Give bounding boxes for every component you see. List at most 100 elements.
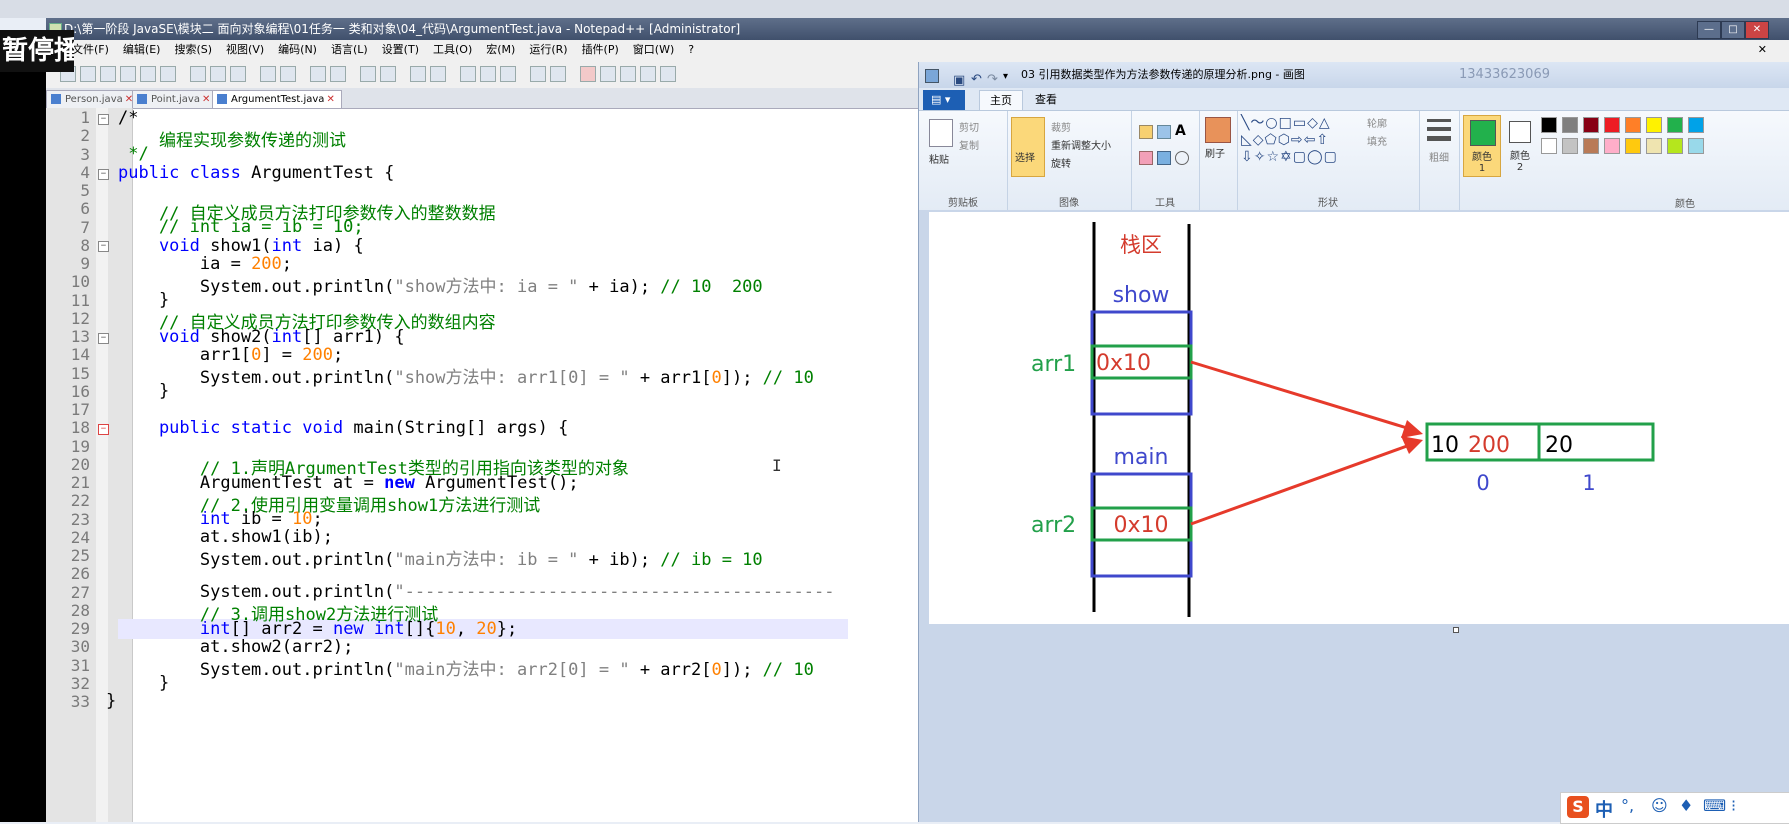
fold-marker[interactable]: − (98, 424, 109, 435)
close-icon[interactable]: ✕ (1745, 21, 1769, 39)
menu-encoding[interactable]: 编码(N) (278, 43, 317, 56)
paste-icon[interactable] (929, 119, 953, 147)
fold-marker[interactable]: − (98, 241, 109, 252)
palette-swatch[interactable] (1541, 117, 1557, 133)
menu-edit[interactable]: 编辑(E) (123, 43, 161, 56)
menu-window[interactable]: 窗口(W) (633, 43, 674, 56)
keyboard-icon[interactable]: ⌨ (1703, 796, 1726, 815)
tab-point-java[interactable]: Point.java ✕ (132, 90, 218, 108)
find-icon[interactable] (310, 66, 326, 82)
menu-macro[interactable]: 宏(M) (486, 43, 515, 56)
show-all-chars-icon[interactable] (480, 66, 496, 82)
zoom-in-icon[interactable] (360, 66, 376, 82)
tab-close-icon[interactable]: ✕ (202, 94, 210, 105)
sync-v-icon[interactable] (410, 66, 426, 82)
brush-label[interactable]: 刷子 (1205, 145, 1225, 160)
palette-swatch[interactable] (1667, 117, 1683, 133)
punctuation-icon[interactable]: °, (1621, 796, 1634, 815)
brush-icon[interactable] (1205, 117, 1231, 143)
menu-close-icon[interactable]: ✕ (1758, 40, 1767, 60)
palette-swatch[interactable] (1583, 117, 1599, 133)
emoji-icon[interactable]: ☺ (1651, 796, 1668, 815)
palette-swatch[interactable] (1562, 117, 1578, 133)
cut-label[interactable]: 剪切 (959, 119, 979, 134)
fill-label[interactable]: 填充 (1367, 133, 1387, 148)
palette-swatch[interactable] (1583, 138, 1599, 154)
tab-person-java[interactable]: Person.java ✕ (46, 90, 141, 108)
fill-icon[interactable] (1157, 125, 1171, 139)
copy-label[interactable]: 复制 (959, 137, 979, 152)
close-file-icon[interactable] (140, 66, 156, 82)
function-list-icon[interactable] (550, 66, 566, 82)
save-macro-icon[interactable] (660, 66, 676, 82)
palette-swatch[interactable] (1688, 117, 1704, 133)
wrap-icon[interactable] (460, 66, 476, 82)
quick-access-dropdown-icon[interactable]: ▾ (1003, 64, 1008, 90)
rotate-label[interactable]: 旋转 (1051, 155, 1071, 170)
replace-icon[interactable] (330, 66, 346, 82)
size-line-icon[interactable] (1427, 119, 1451, 122)
menu-settings[interactable]: 设置(T) (382, 43, 419, 56)
sync-h-icon[interactable] (430, 66, 446, 82)
tab-close-icon[interactable]: ✕ (326, 94, 334, 105)
undo-icon[interactable] (260, 66, 276, 82)
palette-swatch[interactable] (1625, 138, 1641, 154)
menu-view[interactable]: 视图(V) (226, 43, 264, 56)
fold-marker[interactable]: − (98, 333, 109, 344)
canvas-resize-handle[interactable] (1453, 627, 1459, 633)
palette-swatch[interactable] (1541, 138, 1557, 154)
print-icon[interactable] (160, 66, 176, 82)
tab-argumenttest-java[interactable]: ArgumentTest.java ✕ (212, 90, 342, 108)
palette-swatch[interactable] (1688, 138, 1704, 154)
maximize-icon[interactable]: □ (1721, 21, 1745, 39)
stop-macro-icon[interactable] (600, 66, 616, 82)
palette-swatch[interactable] (1604, 117, 1620, 133)
crop-label[interactable]: 裁剪 (1051, 119, 1071, 134)
menu-help[interactable]: ? (688, 43, 694, 56)
palette-swatch[interactable] (1646, 138, 1662, 154)
run-macro-icon[interactable] (640, 66, 656, 82)
menu-plugins[interactable]: 插件(P) (582, 43, 619, 56)
text-tool-icon[interactable]: A (1175, 123, 1186, 139)
ime-more-icon[interactable]: ⁝ (1731, 796, 1736, 815)
fold-marker[interactable]: − (98, 114, 109, 125)
tab-home[interactable]: 主页 (979, 90, 1023, 111)
outline-label[interactable]: 轮廓 (1367, 115, 1387, 130)
copy-icon[interactable] (210, 66, 226, 82)
code-editor[interactable]: 1 2 3 4 5 6 7 8 9 10 11 12 13 14 15 16 17 18 19 20 21 22 23 24 2… (46, 108, 848, 822)
menu-run[interactable]: 运行(R) (529, 43, 567, 56)
select-button[interactable] (1011, 117, 1045, 177)
size-label[interactable]: 粗细 (1429, 149, 1449, 164)
zoom-out-icon[interactable] (380, 66, 396, 82)
open-file-icon[interactable] (80, 66, 96, 82)
magnifier-icon[interactable] (1175, 151, 1189, 165)
redo-icon[interactable] (280, 66, 296, 82)
menu-tools[interactable]: 工具(O) (433, 43, 472, 56)
paste-label[interactable]: 粘贴 (929, 151, 949, 166)
resize-label[interactable]: 重新调整大小 (1051, 137, 1111, 152)
fold-marker[interactable]: − (98, 169, 109, 180)
size-line-icon[interactable] (1427, 127, 1451, 131)
paint-file-menu-icon[interactable]: ▤ ▾ (923, 90, 965, 110)
minimize-icon[interactable]: — (1697, 21, 1721, 39)
record-macro-icon[interactable] (580, 66, 596, 82)
microphone-icon[interactable]: ♦ (1679, 796, 1693, 815)
palette-swatch[interactable] (1646, 117, 1662, 133)
shapes-gallery[interactable]: ╲〜○□▭◇△ ◺◇⬠⬡⇨⇦⇧ ⇩✧☆✡▢◯▢ (1241, 115, 1359, 167)
paste-icon[interactable] (230, 66, 246, 82)
cut-icon[interactable] (190, 66, 206, 82)
menu-file[interactable]: 文件(F) (72, 43, 109, 56)
tab-view[interactable]: 查看 (1025, 90, 1067, 110)
palette-swatch[interactable] (1625, 117, 1641, 133)
doc-map-icon[interactable] (530, 66, 546, 82)
pause-overlay-label[interactable]: 暂停播放 (0, 30, 74, 72)
color2-button[interactable]: 颜色 2 (1503, 115, 1537, 175)
palette-swatch[interactable] (1604, 138, 1620, 154)
indent-guide-icon[interactable] (500, 66, 516, 82)
pencil-icon[interactable] (1139, 125, 1153, 139)
color-picker-icon[interactable] (1157, 151, 1171, 165)
save-all-icon[interactable] (120, 66, 136, 82)
size-line-icon[interactable] (1427, 136, 1451, 141)
menu-search[interactable]: 搜索(S) (174, 43, 212, 56)
palette-swatch[interactable] (1667, 138, 1683, 154)
